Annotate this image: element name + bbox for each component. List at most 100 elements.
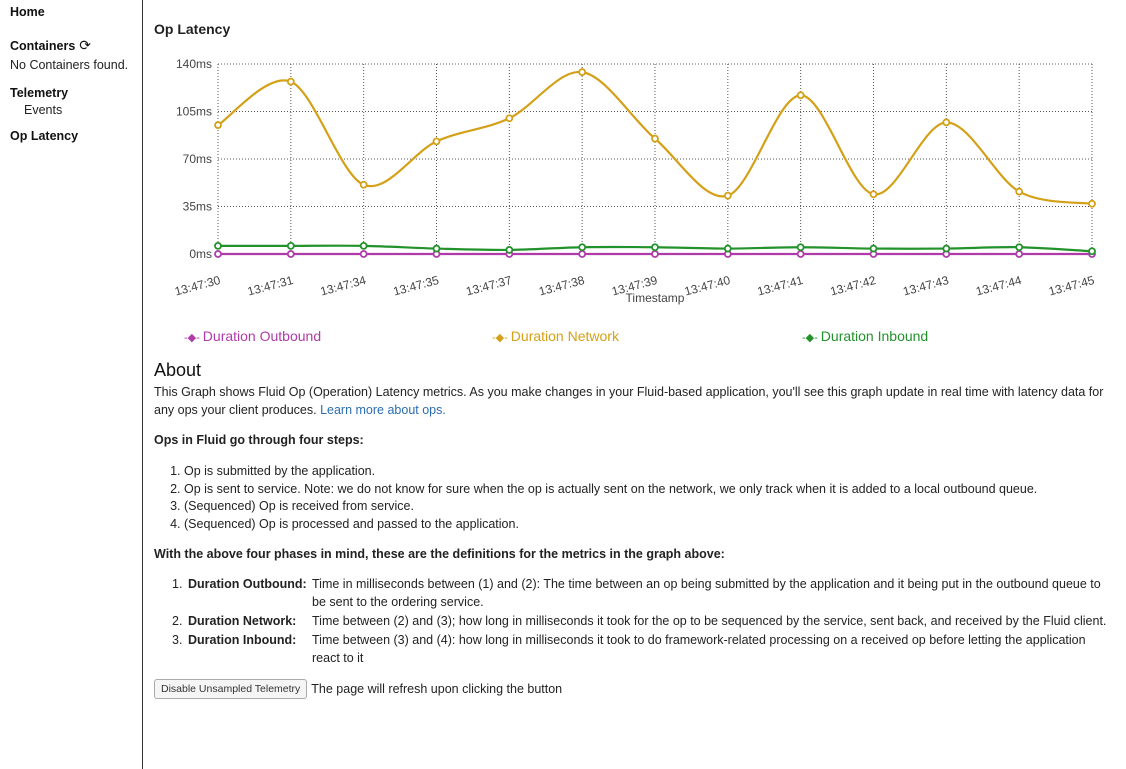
nav-containers-label: Containers [10, 39, 76, 53]
x-tick-label: 13:47:45 [1047, 273, 1096, 299]
y-tick-label: 105ms [176, 105, 212, 119]
data-point [214, 250, 222, 258]
definition-item: 3. Duration Inbound: Time between (3) and … [172, 631, 1114, 667]
definitions-heading: With the above four phases in mind, thes… [154, 547, 725, 561]
data-point [432, 244, 441, 253]
about-heading: About [154, 360, 202, 380]
x-tick-label: 13:47:30 [173, 273, 222, 299]
data-point [1015, 250, 1024, 258]
data-point [578, 250, 587, 258]
data-point [651, 250, 659, 258]
data-point [286, 241, 295, 250]
definition-term: Duration Inbound: [188, 633, 297, 647]
data-point [505, 114, 514, 123]
definition-description: Time between (2) and (3); how long in mi… [312, 614, 1107, 628]
nav-telemetry[interactable]: Telemetry [10, 85, 132, 102]
definitions-list: 1. Duration Outbound: Time in milliseconds… [154, 575, 1114, 667]
y-tick-label: 0ms [189, 247, 212, 261]
definition-number: 2. [172, 614, 183, 628]
data-point [286, 77, 295, 86]
about-text: This Graph shows Fluid Op (Operation) La… [154, 383, 1114, 419]
telemetry-control: Disable Unsampled Telemetry The page wil… [154, 679, 1114, 699]
x-tick-label: 13:47:34 [319, 273, 368, 299]
legend-marker-icon: -◆- [802, 332, 818, 344]
data-point [651, 134, 659, 143]
y-tick-label: 35ms [183, 200, 212, 214]
definition-term: Duration Outbound: [188, 577, 307, 591]
legend-label: Duration Outbound [202, 328, 322, 344]
steps-heading: Ops in Fluid go through four steps: [154, 433, 364, 447]
data-point [359, 241, 368, 250]
nav-containers[interactable]: Containers ⟳ [10, 37, 132, 55]
x-tick-label: 13:47:31 [246, 273, 295, 299]
legend-marker-icon: -◆- [184, 332, 200, 344]
step-item: (Sequenced) Op is received from service. [184, 498, 1114, 516]
x-tick-label: 13:47:40 [683, 273, 732, 299]
data-point [578, 68, 587, 77]
legend-label: Duration Network [510, 328, 619, 344]
legend-item[interactable]: -◆- Duration Inbound [802, 328, 928, 344]
x-axis-label: Timestamp [626, 291, 685, 305]
x-tick-label: 13:47:43 [901, 273, 950, 299]
data-point [214, 241, 222, 250]
data-point [942, 244, 951, 253]
latency-chart: 0ms 35ms 70ms 105ms 140ms 13:47:30 13:47:31 13:… [173, 57, 1096, 305]
data-point [359, 250, 368, 258]
data-point [214, 121, 222, 129]
data-point [505, 246, 514, 254]
x-tick-label: 13:47:35 [392, 273, 441, 299]
data-point [723, 244, 732, 253]
legend-label: Duration Inbound [820, 328, 929, 344]
data-point [578, 243, 587, 252]
data-point [869, 190, 878, 199]
about-body: This Graph shows Fluid Op (Operation) La… [154, 385, 1104, 417]
data-point [796, 250, 805, 258]
x-tick-label: 13:47:37 [464, 273, 513, 299]
legend-item[interactable]: -◆- Duration Outbound [184, 328, 321, 344]
data-point [651, 243, 659, 252]
sidebar: Home Containers ⟳ No Containers found. Te… [0, 0, 143, 769]
nav-op-latency[interactable]: Op Latency [10, 128, 132, 145]
step-item: (Sequenced) Op is processed and passed t… [184, 516, 1114, 534]
data-point [1088, 247, 1096, 256]
data-point [942, 118, 951, 127]
definition-term: Duration Network: [188, 614, 297, 628]
definition-number: 1. [172, 577, 183, 591]
legend-marker-icon: -◆- [492, 332, 508, 344]
data-point [432, 137, 441, 146]
data-point [796, 91, 805, 100]
data-point [869, 244, 878, 253]
legend-item[interactable]: -◆- Duration Network [492, 328, 619, 344]
page-title: Op Latency [154, 21, 231, 37]
definition-description: Time between (3) and (4): how long in mi… [312, 633, 1086, 665]
data-point [286, 250, 295, 258]
x-tick-label: 13:47:38 [537, 273, 586, 299]
button-note: The page will refresh upon clicking the … [311, 682, 563, 696]
definition-item: 2. Duration Network: Time between (2) and … [172, 612, 1114, 630]
steps-list: Op is submitted by the application.Op is… [154, 463, 1114, 533]
step-item: Op is sent to service. Note: we do not k… [184, 481, 1114, 499]
step-item: Op is submitted by the application. [184, 463, 1114, 481]
data-point [1088, 199, 1096, 208]
data-point [1015, 243, 1024, 252]
containers-empty-text: No Containers found. [10, 58, 129, 72]
data-point [1015, 187, 1024, 196]
x-tick-label: 13:47:44 [974, 273, 1023, 299]
x-tick-label: 13:47:41 [756, 273, 805, 299]
nav-home[interactable]: Home [10, 4, 132, 21]
refresh-icon[interactable]: ⟳ [79, 37, 91, 54]
data-point [723, 191, 732, 200]
about-section: About This Graph shows Fluid Op (Operati… [154, 360, 1114, 699]
data-point [796, 243, 805, 252]
data-point [359, 180, 368, 189]
y-tick-label: 140ms [176, 57, 212, 71]
disable-telemetry-button[interactable]: Disable Unsampled Telemetry [154, 679, 308, 699]
y-tick-label: 70ms [183, 152, 212, 166]
nav-events[interactable]: Events [10, 102, 132, 118]
chart-legend: -◆- Duration Outbound -◆- Duration Network -… [154, 328, 1120, 348]
x-tick-label: 13:47:42 [829, 273, 878, 299]
definition-number: 3. [172, 633, 183, 647]
definition-description: Time in milliseconds between (1) and (2)… [312, 577, 1101, 609]
definition-item: 1. Duration Outbound: Time in milliseconds… [172, 575, 1114, 611]
learn-more-link[interactable]: Learn more about ops. [320, 403, 446, 417]
